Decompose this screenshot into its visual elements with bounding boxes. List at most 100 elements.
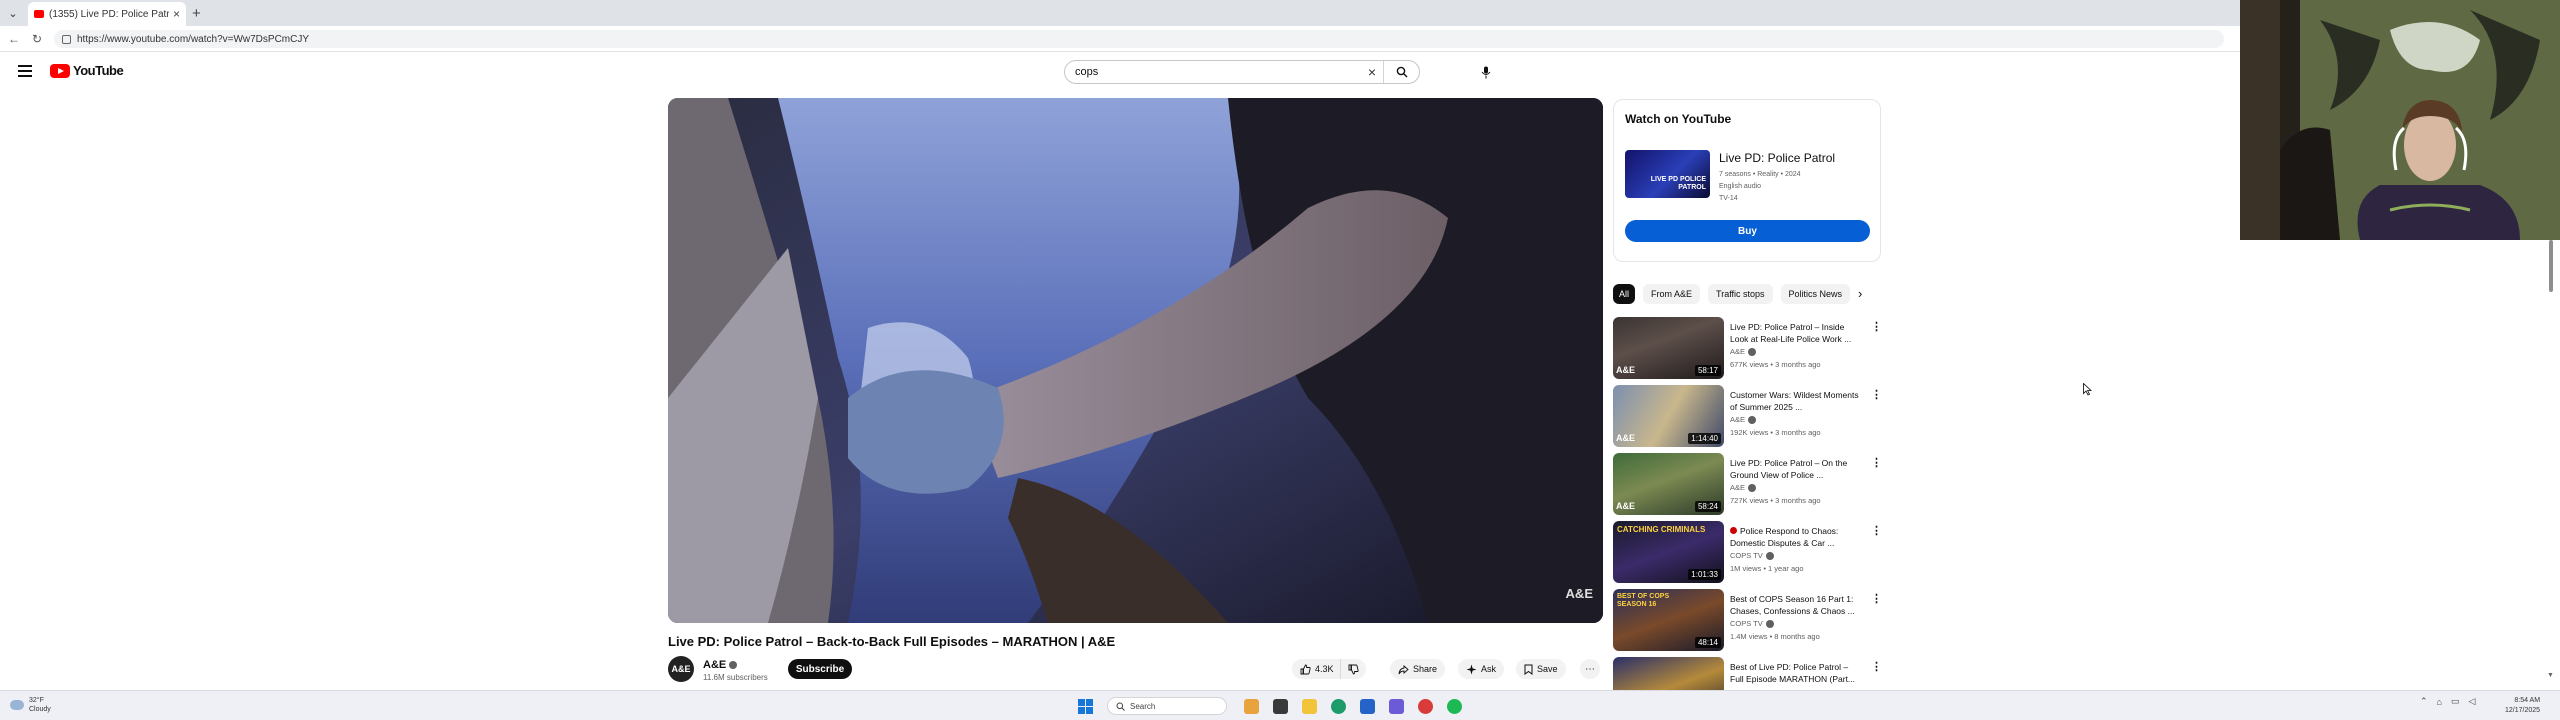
cloud-icon <box>10 700 24 710</box>
chip-from-ae[interactable]: From A&E <box>1643 284 1701 304</box>
reload-icon[interactable]: ↻ <box>32 32 42 46</box>
ask-button[interactable]: Ask <box>1458 659 1505 679</box>
recommendation-item[interactable]: Best of Live PD: Police Patrol – Full Ep… <box>1613 657 1883 690</box>
channel-name[interactable]: A&E <box>703 659 738 671</box>
recommendation-title[interactable]: Best of Live PD: Police Patrol – Full Ep… <box>1730 661 1864 685</box>
close-tab-icon[interactable]: × <box>173 7 180 21</box>
recommendation-title[interactable]: Live PD: Police Patrol – Inside Look at … <box>1730 321 1864 345</box>
site-info-icon[interactable] <box>62 34 71 44</box>
chip-traffic-stops[interactable]: Traffic stops <box>1708 284 1773 304</box>
search-input[interactable] <box>1065 66 1361 78</box>
more-icon[interactable]: ⋯ <box>1580 659 1600 679</box>
recommendation-thumbnail[interactable]: A&E 1:14:40 <box>1613 385 1724 447</box>
back-arrow-icon[interactable]: ← <box>8 32 20 46</box>
recommendation-title[interactable]: Customer Wars: Wildest Moments of Summer… <box>1730 389 1864 413</box>
recommendation-item[interactable]: A&E 58:17 Live PD: Police Patrol – Insid… <box>1613 317 1883 381</box>
next-chip-icon[interactable]: › <box>1858 286 1862 301</box>
tray-overflow-icon[interactable]: ⌃ <box>2420 696 2428 707</box>
address-bar[interactable]: https://www.youtube.com/watch?v=Ww7DsPCm… <box>54 30 2224 48</box>
weather-widget[interactable]: 32°F Cloudy <box>10 696 51 714</box>
save-label: Save <box>1537 664 1558 674</box>
dislike-button[interactable] <box>1340 659 1366 679</box>
recommendation-channel-text: COPS TV <box>1730 619 1763 628</box>
recommendation-item[interactable]: BEST OF COPS SEASON 16 48:14 Best of COP… <box>1613 589 1883 653</box>
chip-all[interactable]: All <box>1613 284 1636 304</box>
search-button[interactable] <box>1383 61 1419 83</box>
verified-icon <box>1748 416 1757 425</box>
save-button[interactable]: Save <box>1516 659 1566 679</box>
chip-politics-news[interactable]: Politics News <box>1780 284 1851 304</box>
scrollbar-thumb[interactable] <box>2549 240 2553 292</box>
show-title[interactable]: Live PD: Police Patrol <box>1719 151 1835 165</box>
volume-icon[interactable]: ◁ <box>2469 696 2476 707</box>
taskbar-app-icon[interactable] <box>1273 698 1288 714</box>
clear-icon[interactable]: × <box>1361 64 1383 80</box>
watch-card-heading: Watch on YouTube <box>1625 112 1732 126</box>
taskbar-app-icon[interactable] <box>1244 698 1259 714</box>
spotify-icon[interactable] <box>1447 698 1462 714</box>
menu-icon[interactable] <box>18 65 32 77</box>
windows-icon[interactable] <box>1078 698 1093 714</box>
more-vert-icon[interactable]: ⋮ <box>1871 320 1882 333</box>
tab-list-icon[interactable]: ⌄ <box>4 4 22 22</box>
like-count: 4.3K <box>1315 664 1334 674</box>
notification-icon[interactable]: ⌂ <box>2437 697 2442 707</box>
channel-avatar[interactable]: A&E <box>668 656 694 682</box>
taskbar-app-icon[interactable] <box>1418 698 1433 714</box>
taskbar-clock[interactable]: 8:54 AM 12/17/2025 <box>2505 696 2540 716</box>
more-vert-icon[interactable]: ⋮ <box>1871 524 1882 537</box>
recommendation-title[interactable]: Best of COPS Season 16 Part 1: Chases, C… <box>1730 593 1864 617</box>
file-explorer-icon[interactable] <box>1302 698 1317 714</box>
recommendation-item[interactable]: A&E 1:14:40 Customer Wars: Wildest Momen… <box>1613 385 1883 449</box>
recommendation-title[interactable]: Live PD: Police Patrol – On the Ground V… <box>1730 457 1864 481</box>
recommendation-item[interactable]: A&E 58:24 Live PD: Police Patrol – On th… <box>1613 453 1883 517</box>
dislike-icon <box>1348 664 1359 674</box>
duration-badge: 1:01:33 <box>1688 569 1721 580</box>
recommendation-channel: A&E <box>1730 347 1757 357</box>
recommendation-thumbnail[interactable]: A&E 58:24 <box>1613 453 1724 515</box>
share-button[interactable]: Share <box>1390 659 1446 679</box>
verified-icon <box>1765 552 1774 561</box>
channel-watermark: A&E <box>1566 585 1593 603</box>
recommendation-thumbnail[interactable] <box>1613 657 1724 690</box>
more-vert-icon[interactable]: ⋮ <box>1871 456 1882 469</box>
recommendation-thumbnail[interactable]: A&E 58:17 <box>1613 317 1724 379</box>
voice-search-button[interactable] <box>1476 62 1496 82</box>
show-meta-line: 7 seasons • Reality • 2024 <box>1719 171 1801 178</box>
search-icon <box>1116 702 1125 711</box>
page-scrollbar[interactable]: ▼ <box>2546 240 2556 680</box>
recommendation-title[interactable]: Police Respond to Chaos: Domestic Disput… <box>1730 525 1864 549</box>
more-vert-icon[interactable]: ⋮ <box>1871 388 1882 401</box>
taskbar-search[interactable]: Search <box>1107 697 1227 715</box>
subscriber-count: 11.6M subscribers <box>703 673 768 682</box>
youtube-logo[interactable]: YouTube <box>50 63 124 78</box>
video-frame <box>668 98 1603 623</box>
search-icon <box>1396 66 1407 78</box>
taskbar-app-icon[interactable] <box>1389 698 1404 714</box>
taskbar-apps: Search <box>1078 697 1469 715</box>
recommendation-thumbnail[interactable]: BEST OF COPS SEASON 16 48:14 <box>1613 589 1724 651</box>
taskbar-app-icon[interactable] <box>1360 698 1375 714</box>
new-tab-icon[interactable]: + <box>192 5 201 22</box>
network-icon[interactable]: ▭ <box>2451 696 2460 707</box>
recommendation-thumbnail[interactable]: CATCHING CRIMINALS 1:01:33 <box>1613 521 1724 583</box>
edge-browser-icon[interactable] <box>1331 698 1346 714</box>
video-player[interactable]: A&E <box>668 98 1603 623</box>
recommendation-channel-text: A&E <box>1730 483 1746 492</box>
browser-tab-active[interactable]: (1355) Live PD: Police Patrol – × <box>28 2 186 26</box>
show-thumbnail[interactable]: LIVE PD POLICE PATROL <box>1625 150 1710 198</box>
save-icon <box>1524 664 1533 675</box>
verified-icon <box>1765 620 1774 629</box>
watermark-text: A&E <box>1565 586 1593 601</box>
search-box: × <box>1064 60 1420 84</box>
more-vert-icon[interactable]: ⋮ <box>1871 592 1882 605</box>
recommendation-meta: 677K views • 3 months ago <box>1730 360 1821 369</box>
like-button[interactable]: 4.3K <box>1292 659 1341 679</box>
scroll-down-icon[interactable]: ▼ <box>2547 672 2554 679</box>
more-vert-icon[interactable]: ⋮ <box>1871 660 1882 673</box>
recommendation-item[interactable]: CATCHING CRIMINALS 1:01:33 Police Respon… <box>1613 521 1883 585</box>
buy-button[interactable]: Buy <box>1625 220 1870 242</box>
verified-icon <box>1748 348 1757 357</box>
recommendation-meta: 192K views • 3 months ago <box>1730 428 1821 437</box>
subscribe-button[interactable]: Subscribe <box>788 659 852 679</box>
